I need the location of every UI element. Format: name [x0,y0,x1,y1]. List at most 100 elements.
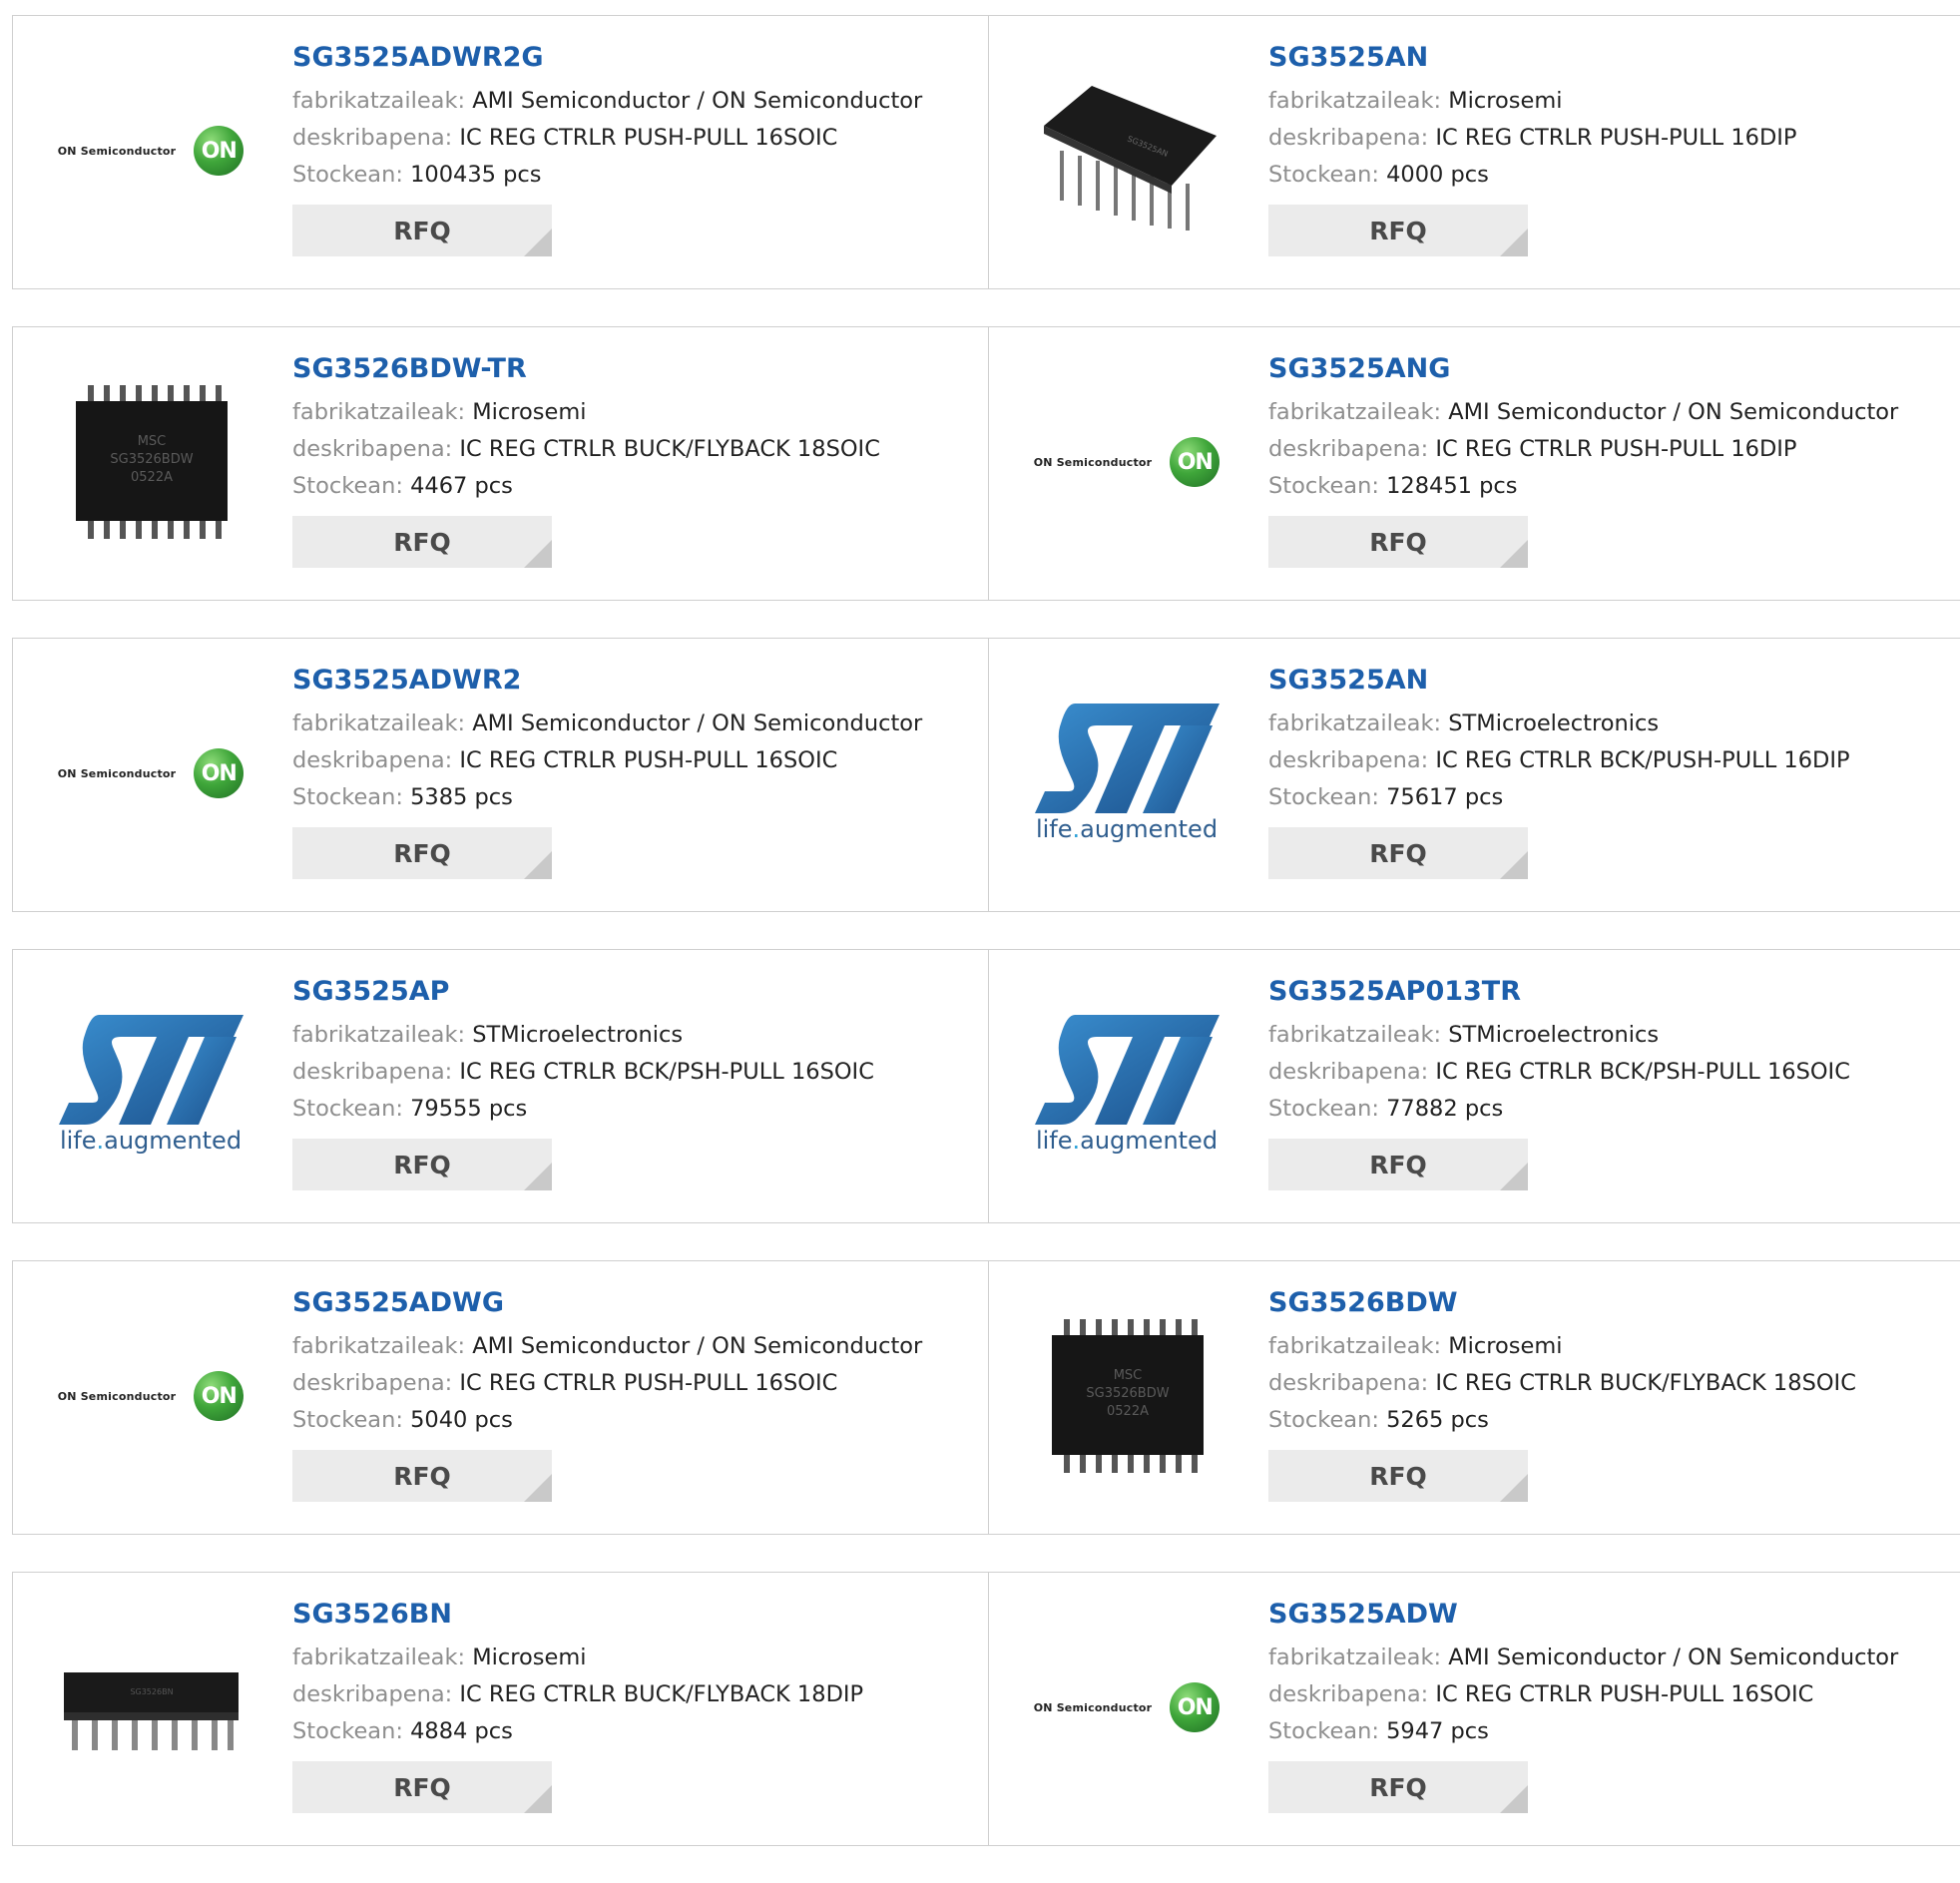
rfq-corner-decoration [1500,1163,1528,1190]
product-image[interactable]: ON Semiconductor ON [1027,1608,1226,1807]
manufacturer-value: Microsemi [472,399,587,425]
manufacturer-label: fabrikatzaileak: [292,710,466,736]
description-value: IC REG CTRLR PUSH-PULL 16DIP [1435,436,1797,462]
product-card: SG3526BN SG3526BN fabrikatzaileak: Micro… [13,1573,989,1845]
manufacturer-value: STMicroelectronics [1448,1022,1660,1048]
description-line: deskribapena: IC REG CTRLR BCK/PSH-PULL … [292,1054,874,1091]
stock-label: Stockean: [1268,1718,1379,1744]
rfq-button[interactable]: RFQ [292,1761,552,1813]
stock-line: Stockean: 4884 pcs [292,1713,863,1750]
stock-line: Stockean: 4467 pcs [292,468,880,505]
dip18-chip-image: SG3526BN [64,1672,239,1750]
product-image[interactable]: life.augmented [51,985,250,1184]
stock-line: Stockean: 4000 pcs [1268,157,1796,194]
rfq-corner-decoration [1500,851,1528,879]
part-number-link[interactable]: SG3526BDW-TR [292,353,880,384]
part-number-link[interactable]: SG3525AP013TR [1268,976,1850,1007]
manufacturer-value: STMicroelectronics [472,1022,684,1048]
stock-value: 4000 pcs [1386,162,1489,188]
description-line: deskribapena: IC REG CTRLR PUSH-PULL 16S… [292,1365,922,1402]
manufacturer-line: fabrikatzaileak: Microsemi [1268,1328,1856,1365]
part-number-link[interactable]: SG3526BDW [1268,1287,1856,1318]
rfq-button[interactable]: RFQ [292,1139,552,1190]
product-image[interactable]: ON Semiconductor ON [1027,362,1226,562]
rfq-button-label: RFQ [393,1772,451,1802]
on-logo-disc: ON [194,748,245,798]
description-value: IC REG CTRLR BUCK/FLYBACK 18SOIC [1435,1370,1856,1396]
description-value: IC REG CTRLR BUCK/FLYBACK 18SOIC [459,436,880,462]
part-number-link[interactable]: SG3525ADWR2G [292,42,922,73]
stock-line: Stockean: 5265 pcs [1268,1402,1856,1439]
rfq-button[interactable]: RFQ [292,205,552,256]
rfq-button[interactable]: RFQ [1268,827,1528,879]
rfq-button[interactable]: RFQ [1268,1139,1528,1190]
description-line: deskribapena: IC REG CTRLR PUSH-PULL 16S… [292,120,922,157]
description-label: deskribapena: [292,1370,453,1396]
dip16-chip-image: SG3525AN [1044,86,1217,231]
rfq-corner-decoration [524,1785,552,1813]
product-image[interactable]: life.augmented [1027,985,1226,1184]
part-number-link[interactable]: SG3525ANG [1268,353,1898,384]
part-number-link[interactable]: SG3525ADW [1268,1599,1898,1630]
st-tagline: life.augmented [1036,1127,1218,1155]
product-image[interactable]: ON Semiconductor ON [51,674,250,873]
rfq-corner-decoration [524,1163,552,1190]
part-number-link[interactable]: SG3525AN [1268,42,1796,73]
product-row: SG3526BN SG3526BN fabrikatzaileak: Micro… [12,1572,1960,1846]
rfq-button[interactable]: RFQ [1268,1450,1528,1502]
part-number-link[interactable]: SG3526BN [292,1599,863,1630]
chip-marking-part: SG3526BDW [1086,1386,1169,1401]
product-image[interactable]: MSC SG3526BDW 0522A [51,362,250,562]
description-line: deskribapena: IC REG CTRLR PUSH-PULL 16D… [1268,120,1796,157]
product-image[interactable]: MSC SG3526BDW 0522A [1027,1296,1226,1496]
product-info: SG3525AN fabrikatzaileak: STMicroelectro… [1268,665,1850,879]
stock-label: Stockean: [292,1407,403,1433]
manufacturer-label: fabrikatzaileak: [292,1645,466,1670]
product-image[interactable]: ON Semiconductor ON [51,1296,250,1496]
rfq-button[interactable]: RFQ [292,1450,552,1502]
description-line: deskribapena: IC REG CTRLR BCK/PUSH-PULL… [1268,742,1850,779]
manufacturer-line: fabrikatzaileak: AMI Semiconductor / ON … [1268,394,1898,431]
soic18-chip-image: MSC SG3526BDW 0522A [76,385,228,539]
manufacturer-value: Microsemi [472,1645,587,1670]
rfq-button[interactable]: RFQ [1268,205,1528,256]
stock-value: 4467 pcs [410,473,513,499]
description-value: IC REG CTRLR PUSH-PULL 16DIP [1435,125,1797,151]
rfq-button[interactable]: RFQ [292,516,552,568]
product-image[interactable]: ON Semiconductor ON [51,51,250,250]
description-line: deskribapena: IC REG CTRLR PUSH-PULL 16S… [1268,1676,1898,1713]
description-value: IC REG CTRLR PUSH-PULL 16SOIC [459,1370,838,1396]
rfq-corner-decoration [1500,229,1528,256]
on-logo-text: ON Semiconductor [1033,1700,1153,1714]
part-number-link[interactable]: SG3525AP [292,976,874,1007]
part-number-link[interactable]: SG3525AN [1268,665,1850,696]
product-card: ON Semiconductor ON SG3525ADWR2G fabrika… [13,16,989,288]
description-label: deskribapena: [292,747,453,773]
product-image[interactable]: SG3526BN [51,1608,250,1807]
st-logo: life.augmented [1034,1015,1220,1155]
rfq-button[interactable]: RFQ [1268,1761,1528,1813]
part-number-link[interactable]: SG3525ADWR2 [292,665,922,696]
manufacturer-value: Microsemi [1448,88,1563,114]
st-tag-life: life [59,1127,97,1155]
on-logo-text: ON Semiconductor [57,766,177,780]
product-card: ON Semiconductor ON SG3525ADWR2 fabrikat… [13,639,989,911]
description-value: IC REG CTRLR PUSH-PULL 16SOIC [459,747,838,773]
description-label: deskribapena: [292,436,453,462]
manufacturer-label: fabrikatzaileak: [1268,399,1442,425]
manufacturer-line: fabrikatzaileak: Microsemi [292,394,880,431]
rfq-button[interactable]: RFQ [292,827,552,879]
rfq-button[interactable]: RFQ [1268,516,1528,568]
manufacturer-label: fabrikatzaileak: [292,88,466,114]
product-image[interactable]: SG3525AN [1027,51,1226,250]
on-logo-text: ON Semiconductor [57,1389,177,1403]
stock-label: Stockean: [1268,162,1379,188]
product-info: SG3525ANG fabrikatzaileak: AMI Semicondu… [1268,353,1898,568]
product-image[interactable]: life.augmented [1027,674,1226,873]
description-line: deskribapena: IC REG CTRLR BUCK/FLYBACK … [1268,1365,1856,1402]
rfq-button-label: RFQ [1369,216,1427,245]
chip-marking-msc: MSC [138,434,167,449]
stock-label: Stockean: [292,1096,403,1122]
part-number-link[interactable]: SG3525ADWG [292,1287,922,1318]
on-semiconductor-logo: ON Semiconductor ON [58,126,245,176]
